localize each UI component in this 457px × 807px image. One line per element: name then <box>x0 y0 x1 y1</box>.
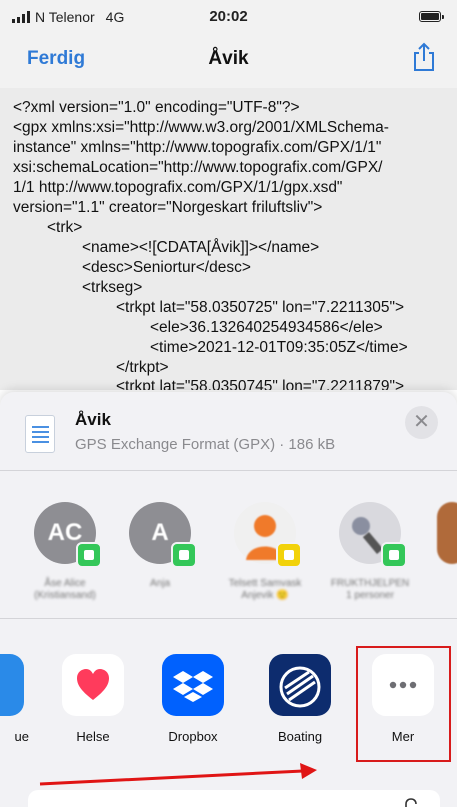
nav-bar: Ferdig Åvik <box>0 32 457 88</box>
navionics-icon <box>269 654 331 716</box>
contact-item[interactable]: FRUKTHJELPEN 1 personer <box>325 502 415 602</box>
contact-item[interactable]: AC Åse Alice (Kristiansand) <box>20 502 110 602</box>
app-item-partial[interactable]: ue <box>0 654 31 744</box>
page-title: Åvik <box>208 48 249 69</box>
avatar <box>234 502 302 568</box>
close-button[interactable]: ✕ <box>405 406 438 439</box>
app-label: Dropbox <box>168 729 218 744</box>
xml-line: instance" xmlns="http://www.topografix.c… <box>13 139 382 156</box>
messages-badge-icon <box>76 542 102 568</box>
xml-line: <?xml version="1.0" encoding="UTF-8"?> <box>13 99 300 116</box>
divider <box>0 618 457 619</box>
app-item-helse[interactable]: Helse <box>55 654 131 744</box>
messages-badge-icon <box>381 542 407 568</box>
contact-name: FRUKTHJELPEN 1 personer <box>330 578 410 601</box>
contact-item[interactable]: Telsett Samvask Anjevik 🙂 <box>220 502 310 602</box>
xml-line: <trkpt lat="58.0350725" lon="7.2211305"> <box>116 299 405 316</box>
contact-avatar-partial[interactable] <box>437 502 457 564</box>
xml-line: <trk> <box>47 219 83 236</box>
messages-badge-icon <box>171 542 197 568</box>
app-label: Boating <box>277 729 323 744</box>
heart-icon <box>62 654 124 716</box>
contact-name: Åse Alice (Kristiansand) <box>34 578 96 601</box>
share-icon[interactable] <box>411 42 437 72</box>
xml-line: version="1.1" creator="Norgeskart friluf… <box>13 199 323 216</box>
xml-line: <trkseg> <box>82 279 143 296</box>
file-name: Åvik <box>75 410 111 429</box>
app-label: ue <box>14 729 29 744</box>
avatar: A <box>129 502 197 568</box>
app-label: Helse <box>76 729 110 744</box>
app-item-dropbox[interactable]: Dropbox <box>155 654 231 744</box>
xml-line: 1/1 http://www.topografix.com/GPX/1/1/gp… <box>13 179 343 196</box>
contact-name: Anja <box>149 578 170 589</box>
dropbox-icon <box>162 654 224 716</box>
xml-line: <gpx xmlns:xsi="http://www.w3.org/2001/X… <box>13 119 389 136</box>
xml-content: <?xml version="1.0" encoding="UTF-8"?> <… <box>0 88 457 390</box>
xml-line: <time>2021-12-01T09:35:05Z</time> <box>150 339 408 356</box>
xml-line: <ele>36.132640254934586</ele> <box>150 319 383 336</box>
highlight-box <box>356 646 451 762</box>
battery-icon <box>419 11 444 22</box>
file-meta: GPS Exchange Format (GPX) · 186 kB <box>75 436 336 453</box>
file-header: Åvik GPS Exchange Format (GPX) · 186 kB … <box>0 392 457 464</box>
contact-item[interactable]: A Anja <box>115 502 205 590</box>
xml-line: </trkpt> <box>116 359 169 376</box>
avatar: AC <box>34 502 102 568</box>
badge-icon <box>276 542 302 568</box>
document-icon <box>25 415 55 453</box>
xml-line: <name><![CDATA[Åvik]]></name> <box>82 239 320 256</box>
app-icon <box>0 654 24 716</box>
avatar <box>339 502 407 568</box>
action-row[interactable] <box>28 790 440 807</box>
action-icon <box>405 798 417 807</box>
contact-name: Telsett Samvask Anjevik 🙂 <box>228 578 302 601</box>
divider <box>0 470 457 471</box>
xml-line: xsi:schemaLocation="http://www.topografi… <box>13 159 383 176</box>
xml-line: <trkpt lat="58.0350745" lon="7.2211879"> <box>116 378 405 390</box>
xml-line: <desc>Seniortur</desc> <box>82 259 251 276</box>
share-sheet: Åvik GPS Exchange Format (GPX) · 186 kB … <box>0 392 457 807</box>
status-bar: N Telenor 4G 20:02 <box>0 0 457 32</box>
app-item-boating[interactable]: Boating <box>262 654 338 744</box>
status-time: 20:02 <box>209 8 248 25</box>
